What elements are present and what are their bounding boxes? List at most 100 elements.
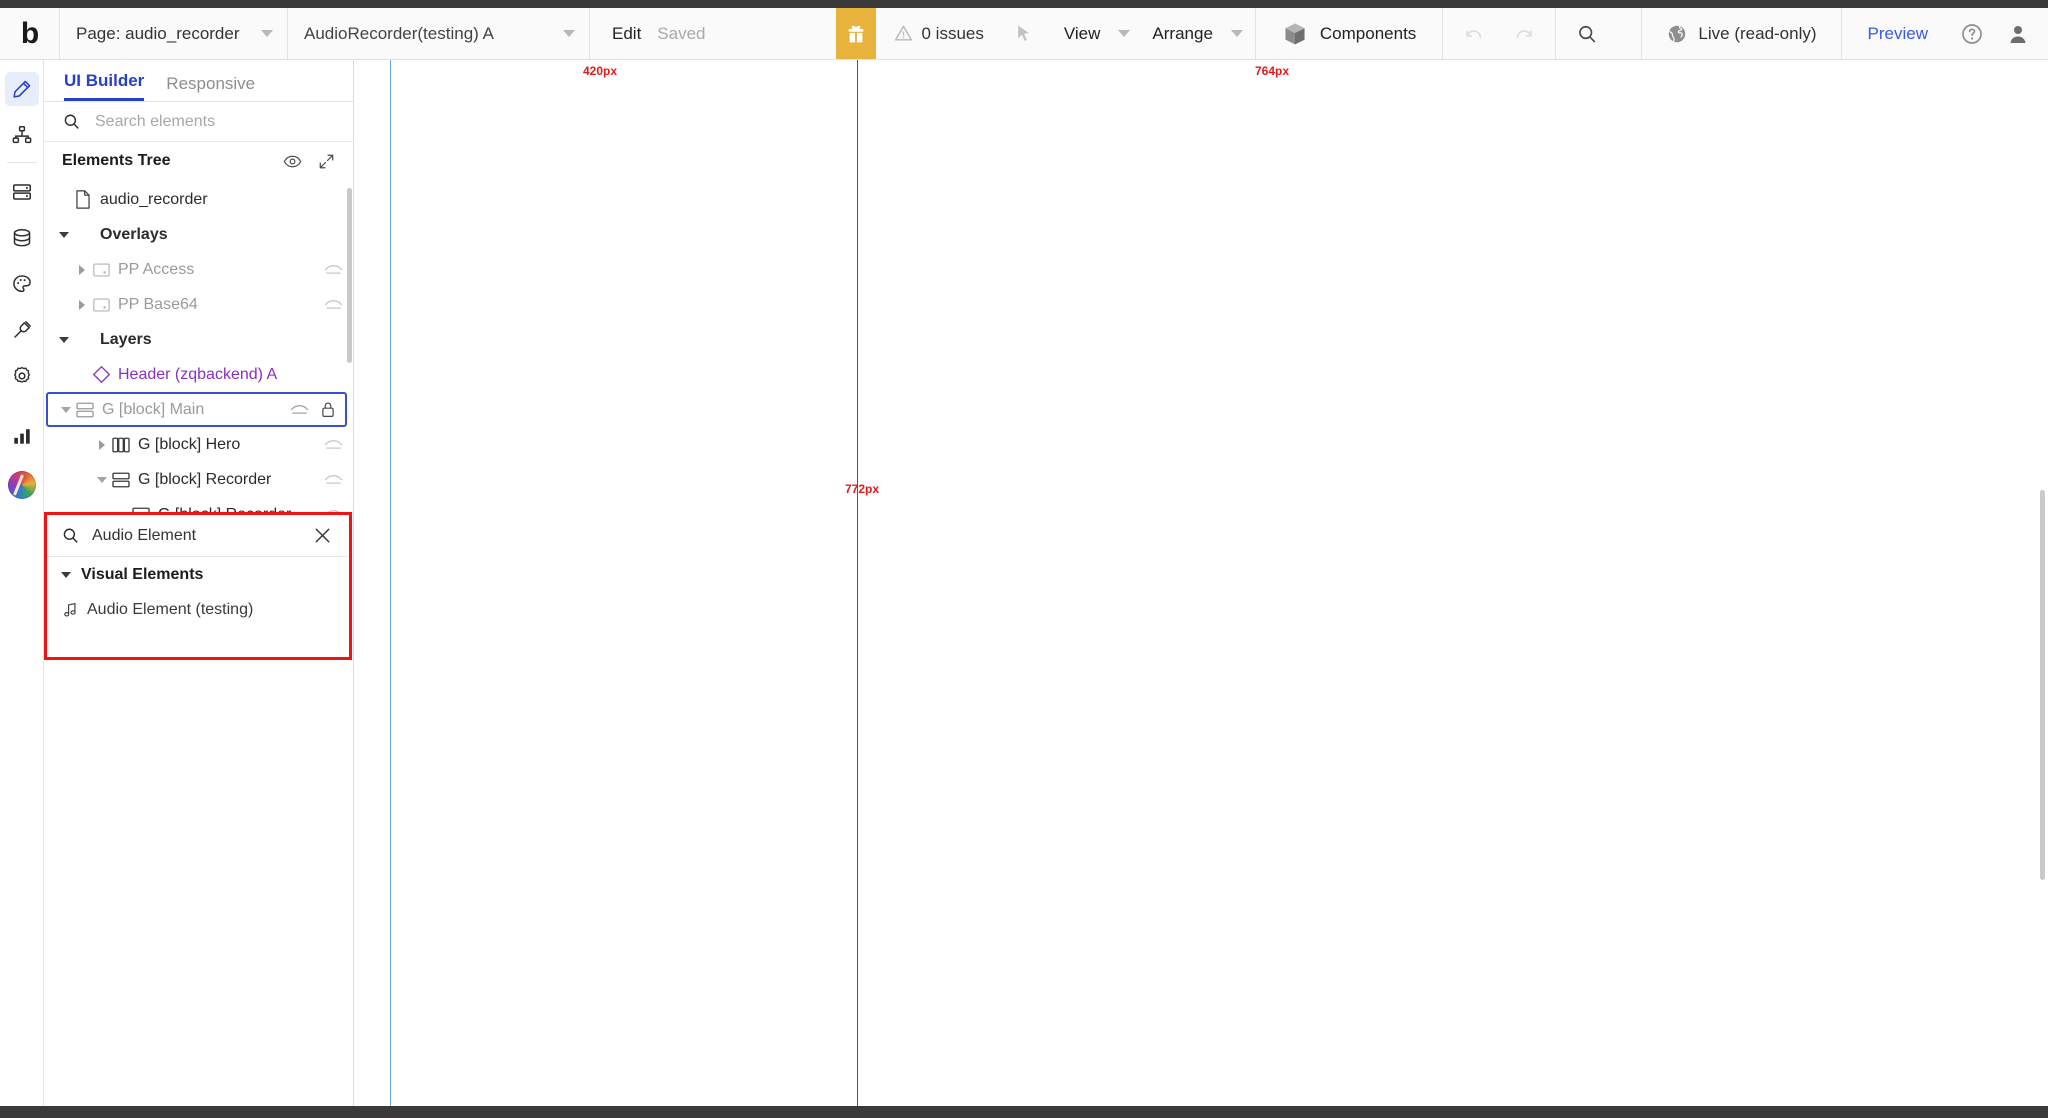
lock-icon[interactable] (321, 401, 335, 418)
eye-hidden-icon[interactable] (324, 264, 343, 276)
search-elements-input[interactable] (93, 111, 313, 132)
tree-node-label: audio_recorder (100, 190, 208, 208)
popup-group-header[interactable]: Visual Elements (47, 557, 349, 593)
help-circle-icon (1962, 23, 1982, 44)
tree-node-audio-recorder[interactable]: audio_recorder (44, 182, 353, 217)
tree-node-trailing-icons (314, 439, 343, 451)
twisty-down-icon[interactable] (58, 406, 74, 413)
window-title-strip (0, 0, 2048, 8)
server-icon (12, 184, 31, 200)
gift-button[interactable] (835, 8, 876, 59)
toggle-visibility-button[interactable] (283, 154, 302, 169)
twisty-down-icon[interactable] (94, 476, 110, 483)
redo-button[interactable] (1499, 8, 1549, 59)
preview-button[interactable]: Preview (1848, 8, 1948, 59)
top-toolbar: b Page: audio_recorder AudioRecorder(tes… (0, 8, 2048, 60)
eye-hidden-icon[interactable] (324, 299, 343, 311)
view-menu[interactable]: View (1048, 8, 1137, 59)
twisty-down-icon[interactable] (56, 231, 72, 238)
arrange-menu[interactable]: Arrange (1136, 8, 1248, 59)
clear-search-button[interactable] (310, 523, 335, 548)
components-button[interactable]: Components (1262, 8, 1436, 59)
user-account-button[interactable] (1996, 8, 2048, 59)
panel-scrollbar[interactable] (347, 188, 352, 363)
edit-status-group: Edit Saved (590, 8, 836, 59)
rail-item-logs[interactable] (5, 419, 39, 453)
live-version-label: Live (read-only) (1698, 23, 1817, 43)
tree-node-pp-access[interactable]: PP Access (44, 252, 353, 287)
help-button[interactable] (1948, 8, 1996, 59)
live-version-button[interactable]: Live (read-only) (1648, 8, 1834, 59)
close-icon (315, 528, 330, 543)
rows-group-icon (110, 472, 132, 488)
chevron-down-icon (1230, 30, 1243, 37)
popup-search-value[interactable]: Audio Element (92, 527, 298, 545)
tree-node-trailing-icons (280, 401, 335, 418)
elements-tree: audio_recorder Overlays PP Access PP Bas… (44, 180, 353, 532)
pencil-icon (12, 80, 30, 98)
tree-group-label: Overlays (100, 225, 168, 243)
tree-node-trailing-icons (314, 474, 343, 486)
twisty-right-icon[interactable] (74, 299, 90, 310)
panel-tabs: UI Builder Responsive (44, 60, 353, 102)
eye-hidden-icon[interactable] (324, 439, 343, 451)
search-button[interactable] (1562, 8, 1612, 59)
eye-hidden-icon[interactable] (324, 474, 343, 486)
rail-item-workflow[interactable] (5, 118, 39, 152)
tree-node-label: G [block] Recorder (138, 470, 272, 488)
chevron-down-icon (1118, 30, 1131, 37)
cube-icon (1285, 23, 1305, 44)
reusable-diamond-icon (90, 365, 112, 384)
tree-node-pp-base64[interactable]: PP Base64 (44, 287, 353, 322)
popup-result-label: Audio Element (testing) (87, 601, 254, 618)
tree-node-g-block-recorder[interactable]: G [block] Recorder (44, 462, 353, 497)
cursor-arrow-icon (1018, 25, 1029, 41)
tree-node-label: G [block] Hero (138, 435, 241, 453)
undo-button[interactable] (1449, 8, 1499, 59)
page-selector[interactable]: Page: audio_recorder (60, 8, 288, 59)
tree-node-g-block-main[interactable]: G [block] Main (46, 392, 347, 427)
tree-group-overlays[interactable]: Overlays (44, 217, 353, 252)
twisty-right-icon[interactable] (74, 264, 90, 275)
element-selector[interactable]: AudioRecorder(testing) A (288, 8, 590, 59)
issues-button[interactable]: 0 issues (876, 8, 1000, 59)
elements-tree-title: Elements Tree (62, 152, 171, 169)
bottom-status-strip (0, 1106, 2048, 1118)
rail-item-database[interactable] (5, 221, 39, 255)
workspace-avatar-icon[interactable] (7, 471, 36, 499)
user-avatar-icon (2010, 25, 2026, 43)
gear-icon (13, 366, 30, 383)
save-status-label: Saved (657, 23, 706, 43)
canvas-scrollbar[interactable] (2040, 490, 2045, 880)
rail-item-styles[interactable] (5, 267, 39, 301)
twisty-right-icon[interactable] (94, 439, 110, 450)
tab-ui-builder[interactable]: UI Builder (64, 71, 145, 101)
left-icon-rail (0, 60, 44, 1118)
tree-node-g-block-hero[interactable]: G [block] Hero (44, 427, 353, 462)
edit-button[interactable]: Edit (590, 24, 657, 44)
design-canvas[interactable]: 420px 764px 772px (355, 60, 2048, 1118)
logo-b-glyph: b (20, 16, 39, 50)
tree-node-header-zqbackend[interactable]: Header (zqbackend) A (44, 357, 353, 392)
rail-item-settings[interactable] (5, 359, 39, 393)
tree-group-layers[interactable]: Layers (44, 322, 353, 357)
rail-item-plugins[interactable] (5, 313, 39, 347)
pointer-tool-button[interactable] (1000, 8, 1048, 59)
twisty-down-icon[interactable] (56, 336, 72, 343)
eye-icon (283, 155, 302, 167)
toolbar-right-group: Live (read-only) Preview (1635, 8, 2048, 59)
search-icon (63, 528, 78, 543)
eye-hidden-icon[interactable] (290, 404, 309, 416)
popup-result-audio-element[interactable]: Audio Element (testing) (47, 593, 349, 627)
rail-item-design[interactable] (4, 72, 39, 106)
issues-count-label: 0 issues (921, 23, 984, 43)
dimension-label-764: 764px (1255, 64, 1290, 78)
app-logo[interactable]: b (0, 8, 60, 59)
columns-group-icon (110, 437, 132, 453)
rows-group-icon (74, 402, 96, 418)
expand-tree-button[interactable] (318, 153, 335, 170)
tab-responsive[interactable]: Responsive (166, 74, 255, 101)
expand-arrows-icon (319, 154, 334, 168)
page-selector-label: Page: audio_recorder (76, 23, 240, 43)
rail-item-data-server[interactable] (5, 175, 39, 209)
